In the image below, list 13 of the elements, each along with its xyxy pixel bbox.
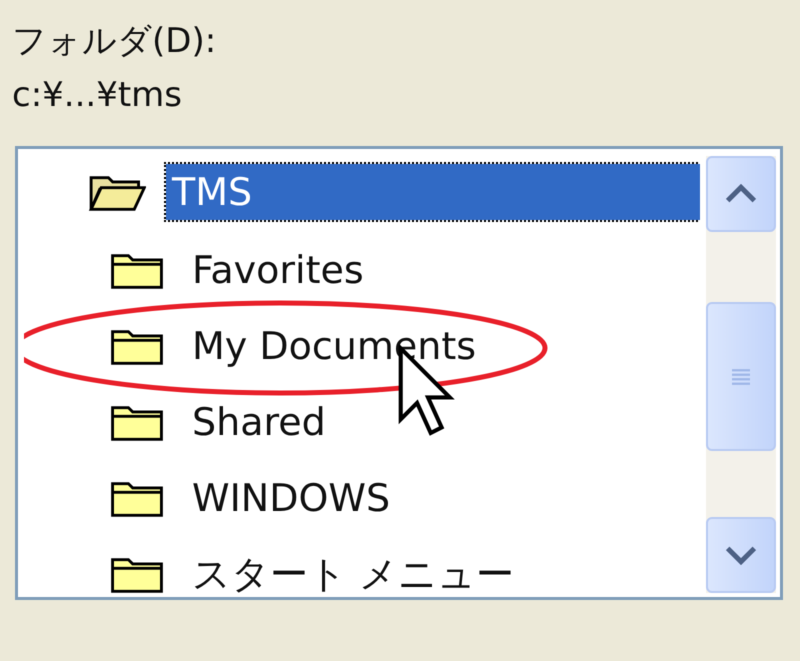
scroll-thumb[interactable] [706,302,776,452]
folder-name[interactable]: Shared [186,394,332,450]
folder-name[interactable]: TMS [166,164,700,220]
folder-name[interactable]: Favorites [186,242,370,298]
folder-label: フォルダ(D): [12,20,218,63]
scroll-down-button[interactable] [706,517,776,593]
scroll-up-button[interactable] [706,156,776,232]
folder-name[interactable]: スタート メニュー [186,542,520,593]
folder-path: c:¥...¥tms [12,74,183,117]
vertical-scrollbar[interactable] [706,156,776,593]
grip-icon [729,368,753,386]
folder-list[interactable]: TMS Favorites My Documents Shared WINDOWS スタート メニュー [15,146,783,600]
folder-name[interactable]: WINDOWS [186,470,396,526]
